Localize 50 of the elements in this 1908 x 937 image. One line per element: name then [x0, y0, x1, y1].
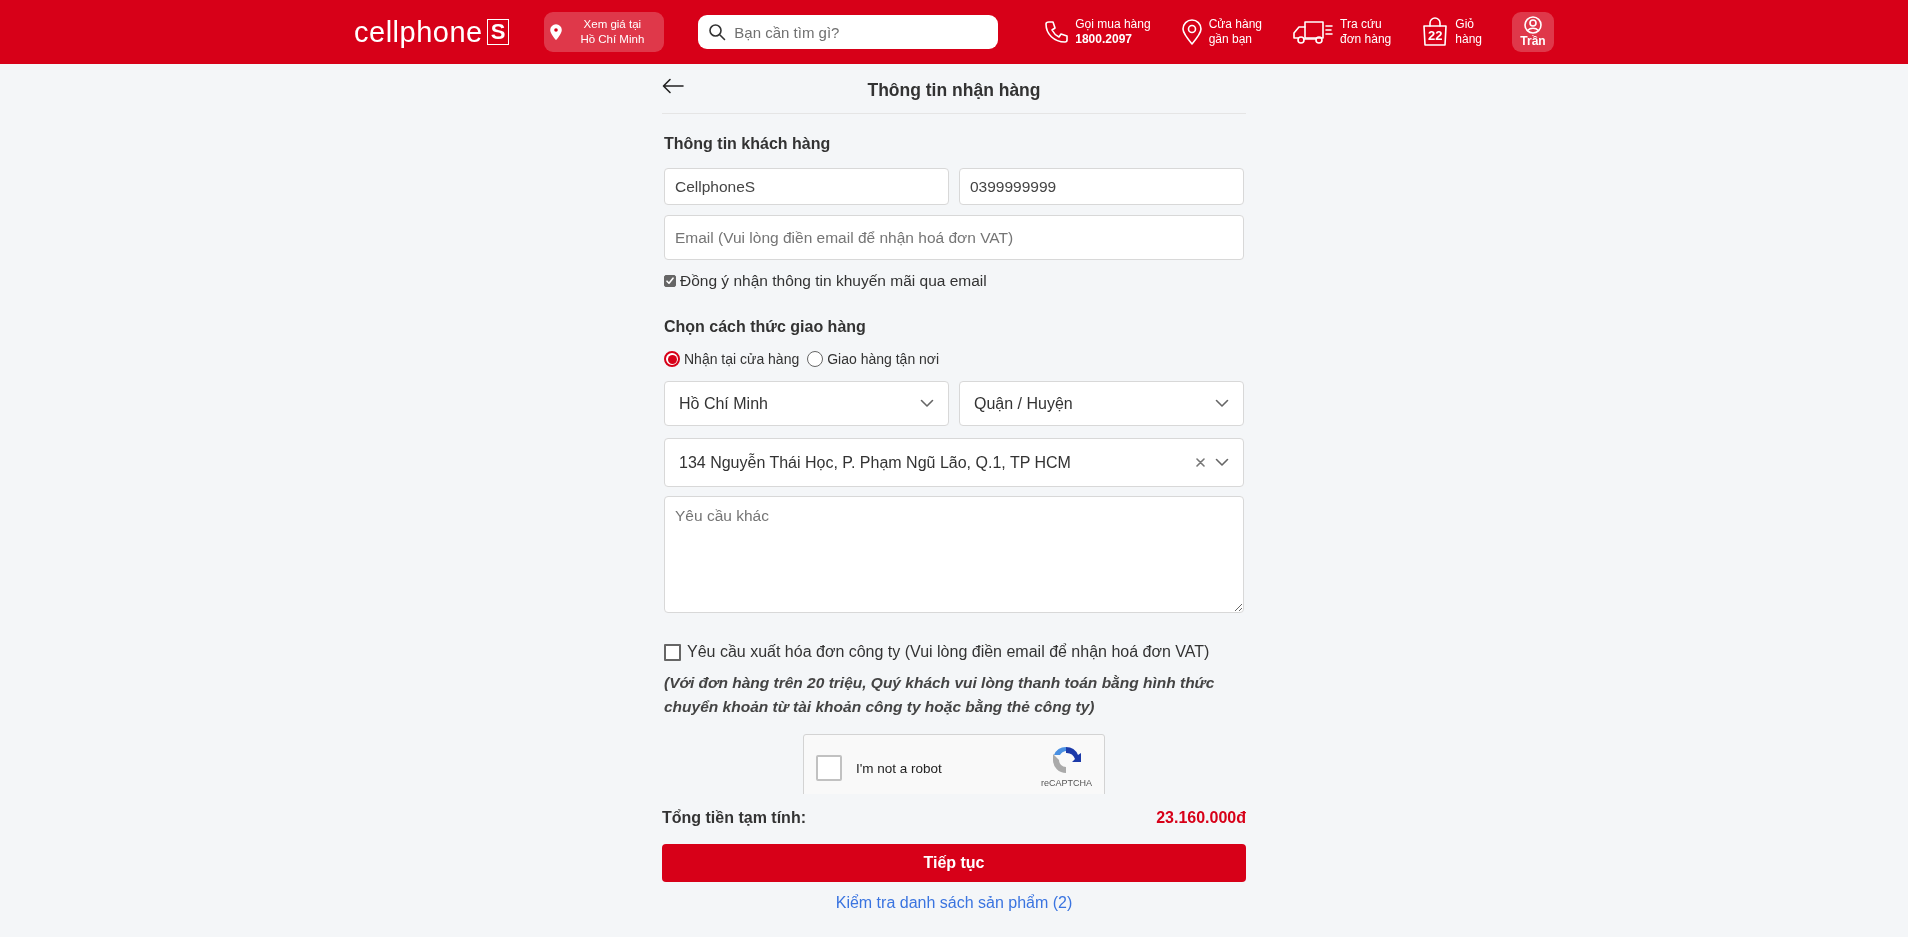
clear-icon[interactable]	[1196, 458, 1205, 467]
captcha-checkbox[interactable]	[816, 755, 842, 781]
total-label: Tổng tiền tạm tính:	[662, 809, 806, 827]
captcha-label: I'm not a robot	[856, 761, 943, 776]
radio-label[interactable]: Nhận tại cửa hàng	[684, 351, 800, 367]
search-field[interactable]: Bạn cần tìm gì?	[698, 15, 999, 49]
tracking-link[interactable]: Tra cứu đơn hàng	[1292, 17, 1392, 47]
location-selector[interactable]: Xem giá tại Hồ Chí Minh	[544, 12, 665, 52]
check-icon	[666, 277, 674, 285]
checkbox-label[interactable]: Đồng ý nhận thông tin khuyến mãi qua email	[680, 272, 987, 290]
total-price: 23.160.000đ	[1156, 809, 1246, 827]
store-dropdown[interactable]: 134 Nguyễn Thái Học, P. Phạm Ngũ Lão, Q.1, TP HCM	[664, 438, 1244, 487]
location-pin-icon	[550, 24, 563, 40]
captcha-brand: reCAPTCHA	[1041, 778, 1092, 788]
section-heading: Thông tin khách hàng	[664, 135, 832, 153]
account-button[interactable]: Trần	[1512, 12, 1554, 52]
radio-button[interactable]	[807, 351, 824, 367]
dropdown[interactable]: Quận / Huyện	[959, 381, 1244, 426]
radio-label[interactable]: Giao hàng tận nơi	[827, 351, 940, 367]
email-field[interactable]: Email (Vui lòng điền email để nhận hoá đơn VAT)	[664, 215, 1244, 260]
checkbox-label[interactable]: Yêu cầu xuất hóa đơn công ty (Vui lòng điền email để nhận hoá đơn VAT)	[687, 643, 1210, 661]
logo-text[interactable]: cellphone	[354, 15, 483, 49]
truck-icon	[1292, 18, 1335, 46]
logo-mark[interactable]: S	[486, 19, 510, 45]
location-pin-icon	[1180, 18, 1203, 46]
name-field[interactable]: CellphoneS	[664, 168, 949, 205]
dropdown[interactable]: Hồ Chí Minh	[664, 381, 949, 426]
phone-link[interactable]: Gọi mua hàng 1800.2097	[1043, 17, 1151, 47]
phone-field[interactable]: 0399999999	[959, 168, 1244, 205]
cart-link[interactable]: 22 Giỏ hàng	[1421, 17, 1482, 47]
chevron-down-icon[interactable]	[1215, 399, 1229, 408]
shopping-bag-icon	[1421, 17, 1450, 47]
continue-button[interactable]: Tiếp tục	[662, 844, 1246, 882]
recaptcha-icon	[1050, 744, 1083, 776]
store-link[interactable]: Cửa hàng gần bạn	[1180, 17, 1263, 47]
notes-field[interactable]: Yêu cầu khác	[664, 496, 1244, 613]
radio-button[interactable]	[664, 351, 680, 367]
back-arrow-icon	[662, 78, 684, 94]
section-heading: Chọn cách thức giao hàng	[664, 318, 867, 336]
product-list-link[interactable]: Kiểm tra danh sách sản phẩm (2)	[835, 894, 1073, 912]
chevron-down-icon[interactable]	[1215, 458, 1229, 467]
page-title: Thông tin nhận hàng	[866, 80, 1042, 101]
user-icon	[1524, 16, 1542, 34]
checkbox[interactable]	[664, 643, 681, 661]
chevron-down-icon[interactable]	[920, 399, 934, 408]
checkbox[interactable]	[664, 275, 676, 287]
cart-count: 22	[1427, 28, 1444, 43]
search-icon	[708, 23, 727, 41]
notice-text: (Với đơn hàng trên 20 triệu, Quý khách vui lòng thanh toán bằng hình thức chuyển khoản từ tài khoản công ty hoặc bằng thẻ công ty)	[664, 673, 1216, 717]
phone-icon	[1043, 19, 1070, 45]
